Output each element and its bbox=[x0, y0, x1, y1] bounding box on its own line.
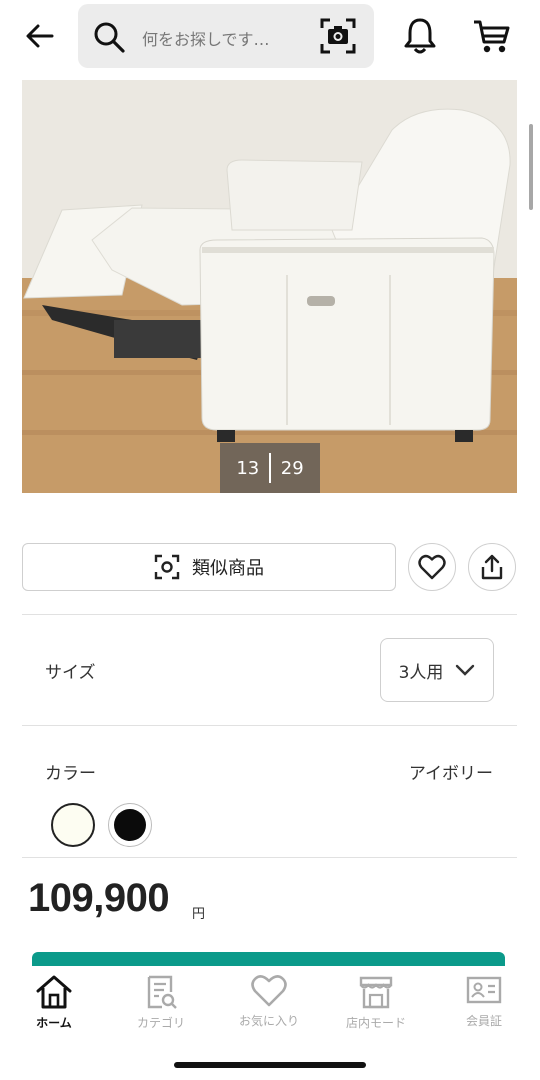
color-selected-value: アイボリー bbox=[408, 764, 493, 784]
nav-member-card[interactable]: 会員証 bbox=[434, 974, 534, 1038]
chevron-down-icon bbox=[456, 664, 475, 676]
color-swatch-black[interactable] bbox=[108, 803, 152, 847]
nav-home-label: ホーム bbox=[36, 1016, 72, 1030]
category-icon bbox=[147, 975, 177, 1009]
similar-items-button[interactable]: 類似商品 bbox=[22, 543, 396, 591]
arrow-left-icon bbox=[26, 24, 54, 48]
price-unit: 円 bbox=[192, 907, 206, 922]
nav-category-label: カテゴリ bbox=[136, 1016, 185, 1030]
heart-icon bbox=[418, 554, 446, 580]
price-amount: 109,900 bbox=[28, 876, 170, 920]
divider bbox=[22, 725, 517, 726]
nav-store-mode-label: 店内モード bbox=[345, 1016, 406, 1030]
nav-store-mode[interactable]: 店内モード bbox=[326, 974, 426, 1038]
similar-items-label: 類似商品 bbox=[192, 558, 264, 579]
nav-member-card-label: 会員証 bbox=[465, 1014, 502, 1028]
search-icon bbox=[94, 22, 125, 53]
heart-icon bbox=[251, 975, 287, 1007]
image-counter-separator bbox=[269, 453, 271, 483]
nav-category[interactable]: カテゴリ bbox=[111, 974, 211, 1038]
home-indicator[interactable] bbox=[174, 1062, 366, 1068]
search-bar[interactable]: 何をお探しです… bbox=[78, 4, 374, 68]
image-counter: 13 29 bbox=[220, 443, 320, 493]
size-label: サイズ bbox=[45, 663, 96, 683]
notification-button[interactable] bbox=[398, 14, 442, 58]
image-counter-total: 29 bbox=[280, 457, 304, 479]
favorite-button[interactable] bbox=[408, 543, 456, 591]
camera-scan-icon bbox=[320, 18, 356, 54]
product-image-carousel[interactable]: 13 29 bbox=[22, 80, 517, 493]
scan-icon bbox=[154, 554, 180, 580]
size-selected-value: 3人用 bbox=[398, 662, 444, 683]
nav-home[interactable]: ホーム bbox=[4, 974, 104, 1038]
divider bbox=[22, 614, 517, 615]
size-select[interactable]: 3人用 bbox=[380, 638, 494, 702]
share-icon bbox=[481, 554, 503, 580]
top-header: 何をお探しです… bbox=[0, 0, 540, 76]
color-label: カラー bbox=[45, 764, 96, 784]
store-icon bbox=[359, 976, 393, 1009]
scrollbar[interactable] bbox=[529, 124, 533, 210]
bell-icon bbox=[404, 18, 436, 54]
cart-icon bbox=[474, 20, 510, 53]
member-card-icon bbox=[466, 976, 502, 1004]
search-placeholder[interactable]: 何をお探しです… bbox=[142, 26, 270, 50]
cart-button[interactable] bbox=[466, 14, 514, 58]
back-button[interactable] bbox=[18, 14, 62, 58]
nav-favorites-label: お気に入り bbox=[238, 1014, 299, 1028]
share-button[interactable] bbox=[468, 543, 516, 591]
image-search-button[interactable] bbox=[318, 16, 358, 56]
nav-favorites[interactable]: お気に入り bbox=[219, 974, 319, 1038]
image-counter-current: 13 bbox=[236, 457, 260, 479]
product-photo bbox=[22, 80, 517, 493]
color-swatch-black-fill bbox=[114, 809, 146, 841]
home-icon bbox=[36, 975, 72, 1009]
divider bbox=[22, 857, 517, 858]
color-swatch-ivory[interactable] bbox=[51, 803, 95, 847]
